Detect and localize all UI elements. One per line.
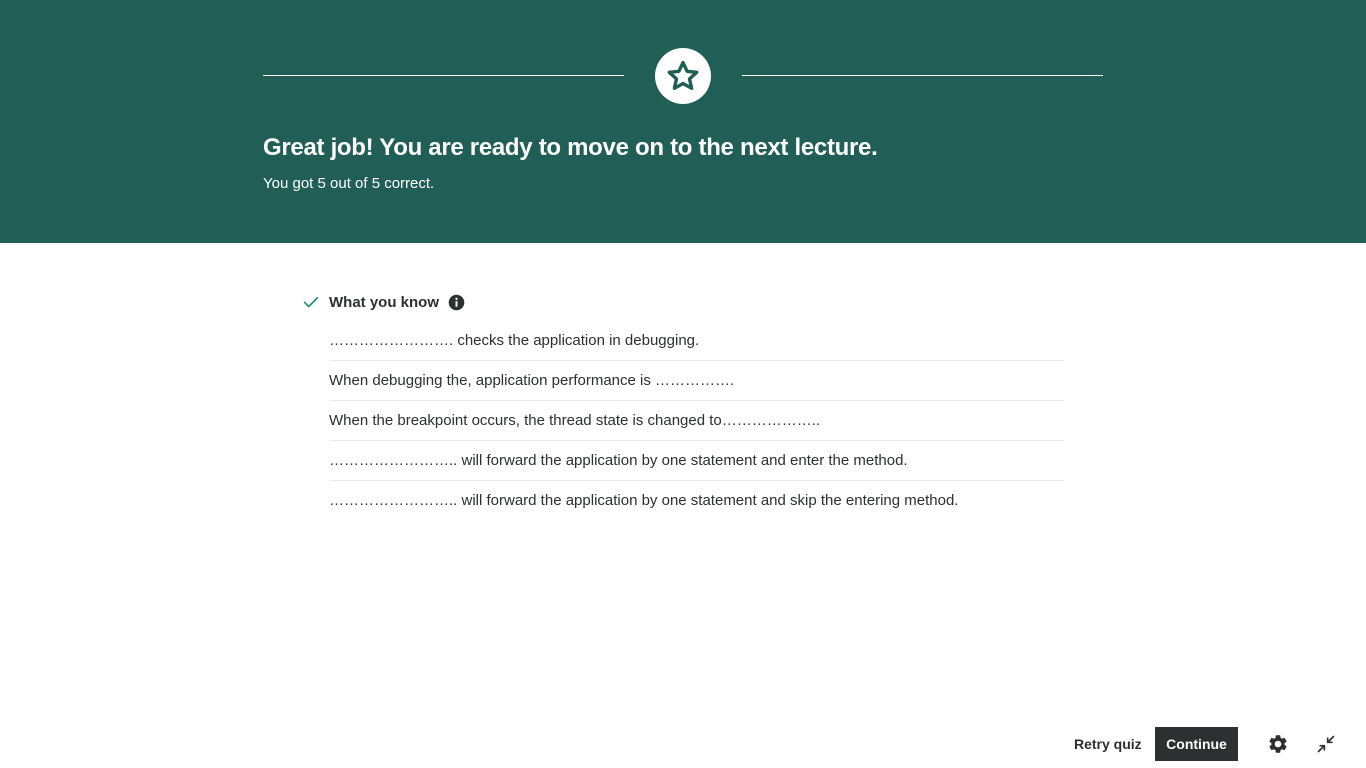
result-score: You got 5 out of 5 correct. — [263, 175, 435, 192]
what-you-know-section: What you know ……………………. checks the appli… — [302, 289, 1064, 520]
list-item: When debugging the, application performa… — [329, 361, 1064, 401]
result-banner: Great job! You are ready to move on to t… — [0, 0, 1366, 243]
knowledge-list: ……………………. checks the application in debu… — [329, 321, 1064, 520]
result-title: Great job! You are ready to move on to t… — [263, 134, 878, 161]
list-item: When the breakpoint occurs, the thread s… — [329, 401, 1064, 441]
settings-button[interactable] — [1261, 727, 1295, 761]
info-icon[interactable] — [448, 294, 465, 311]
section-header: What you know — [302, 289, 1064, 315]
list-item: …………………….. will forward the application … — [329, 492, 959, 509]
retry-quiz-button[interactable]: Retry quiz — [1062, 727, 1154, 761]
gear-icon — [1269, 735, 1287, 753]
continue-button[interactable]: Continue — [1155, 727, 1238, 761]
list-item: …………………….. will forward the application … — [329, 441, 1064, 481]
section-title: What you know — [329, 293, 439, 311]
exit-fullscreen-button[interactable] — [1309, 727, 1343, 761]
banner-divider-right — [742, 75, 1103, 76]
star-icon — [667, 60, 699, 91]
check-icon — [302, 293, 320, 311]
list-item: ……………………. checks the application in debu… — [329, 321, 1064, 361]
collapse-icon — [1317, 735, 1335, 753]
star-badge — [655, 48, 711, 104]
banner-divider-left — [263, 75, 624, 76]
